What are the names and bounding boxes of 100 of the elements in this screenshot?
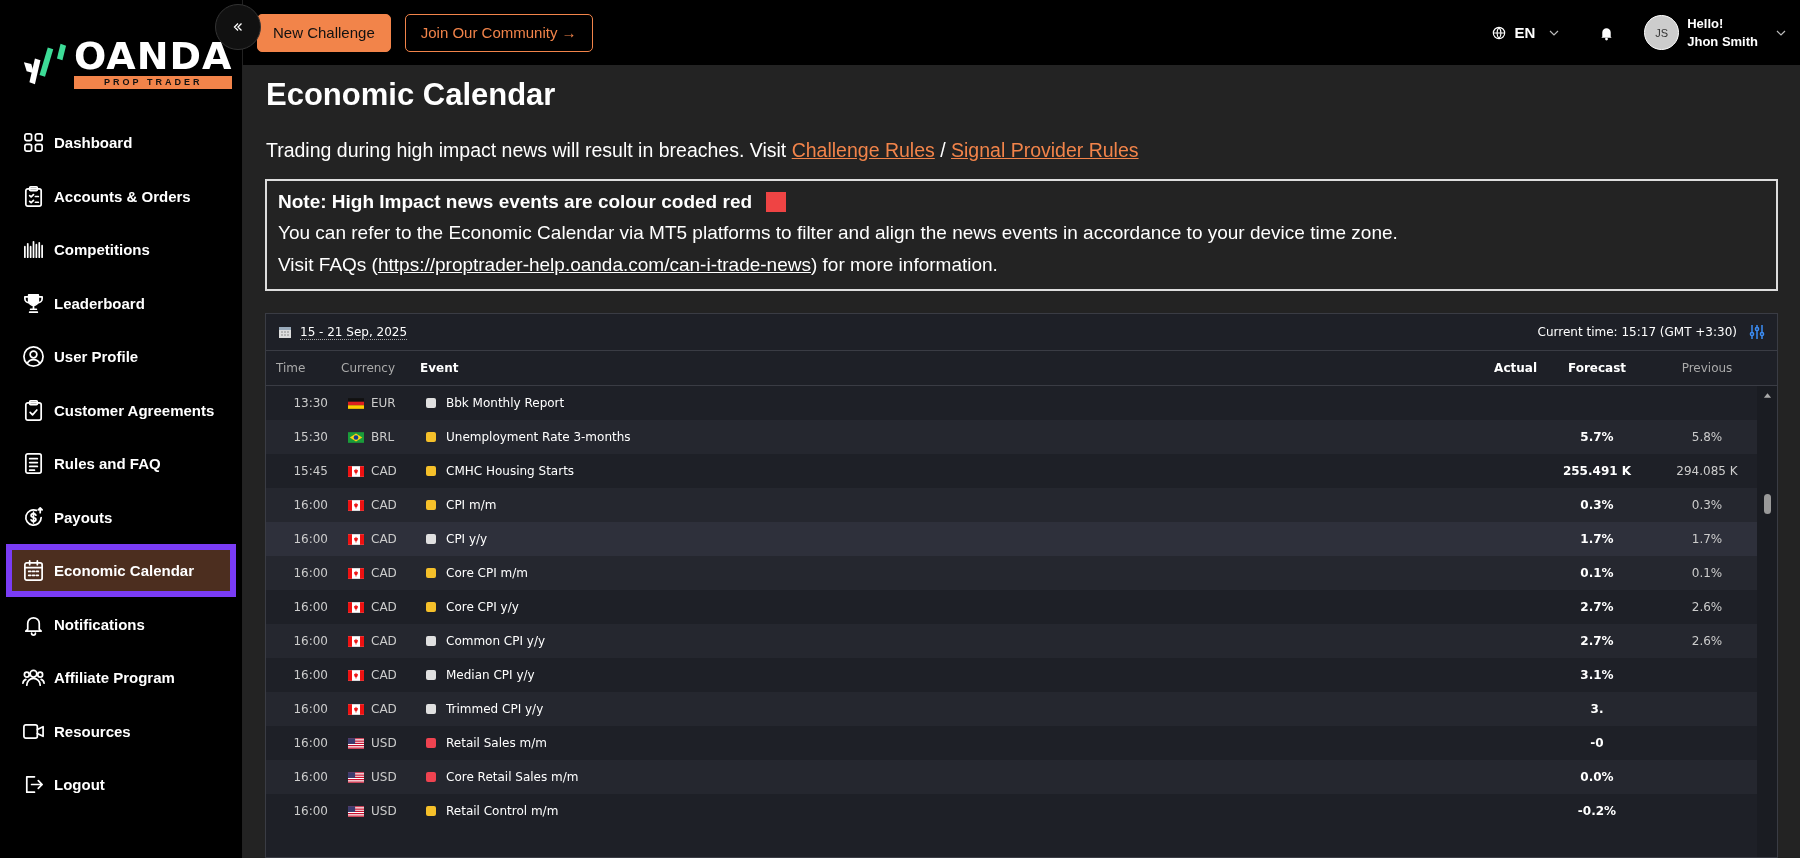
- time-cell-text: 16:00: [292, 702, 328, 716]
- time-cell-text: 16:00: [292, 532, 328, 546]
- currency-cell: CAD: [371, 464, 397, 478]
- event-row[interactable]: 16:00 USD Core Retail Sales m/m 0.0%: [266, 760, 1757, 794]
- faq-text: Visit FAQs (https://proptrader-help.oanda.com/can-i-trade-news) for more information.: [278, 253, 999, 277]
- intro-text: Trading during high impact news will result in breaches. Visit Challenge Rules / Signal Provider Rules: [266, 138, 1140, 163]
- canada-flag-icon: [348, 499, 364, 511]
- clipboard-icon: [22, 184, 45, 208]
- community-button[interactable]: Join Our Community →: [404, 13, 593, 52]
- event-cell: Core Retail Sales m/m: [446, 770, 579, 784]
- event-cell: Retail Control m/m: [446, 804, 559, 818]
- greeting-text: Hello!: [1687, 14, 1725, 33]
- time-cell-text: 16:00: [292, 736, 328, 750]
- user-icon: [22, 345, 45, 368]
- language-selector[interactable]: EN: [1492, 24, 1560, 41]
- event-cell: Bbk Monthly Report: [446, 396, 565, 410]
- document-icon: [22, 452, 45, 475]
- calendar-icon: [278, 325, 292, 339]
- column-header: Time: [275, 361, 307, 375]
- forecast-cell: 0.1%: [1580, 566, 1614, 580]
- event-row[interactable]: 16:00 CAD Trimmed CPI y/y 3.: [266, 692, 1757, 726]
- users-icon: [22, 666, 45, 689]
- time-cell-text: 16:00: [292, 634, 328, 648]
- forecast-cell: 255.491 K: [1562, 464, 1632, 478]
- currency-cell: CAD: [371, 498, 397, 512]
- currency-cell: BRL: [371, 430, 395, 444]
- rules-link[interactable]: Signal Provider Rules: [951, 139, 1139, 161]
- trophy-icon: [22, 291, 45, 315]
- germany-flag-icon: [348, 397, 364, 409]
- time-cell-text: 16:00: [292, 600, 328, 614]
- faq-link[interactable]: https://proptrader-help.oanda.com/can-i-trade-news: [377, 254, 811, 275]
- forecast-cell: 2.7%: [1580, 600, 1614, 614]
- event-row[interactable]: 16:00 CAD Core CPI m/m 0.1% 0.1%: [266, 556, 1757, 590]
- currency-cell: CAD: [371, 668, 397, 682]
- caret-icon: [1549, 29, 1560, 36]
- canada-flag-icon: [348, 635, 364, 647]
- column-header: Actual: [1493, 361, 1537, 375]
- date-range-picker[interactable]: 15 - 21 Sep, 2025: [300, 324, 408, 340]
- event-cell: CPI y/y: [446, 532, 488, 546]
- canada-flag-icon: [348, 669, 364, 681]
- usa-flag-icon: [348, 805, 364, 817]
- forecast-cell: 3.: [1590, 702, 1604, 716]
- checklist-icon: [22, 398, 45, 422]
- sidebar-item[interactable]: Rules and FAQ: [6, 437, 236, 490]
- forecast-cell: 2.7%: [1580, 634, 1614, 648]
- sidebar-item[interactable]: Payouts: [6, 490, 236, 544]
- sidebar-item[interactable]: Economic Calendar: [6, 544, 236, 597]
- event-cell: Trimmed CPI y/y: [446, 702, 544, 716]
- previous-cell: 2.6%: [1691, 600, 1723, 614]
- currency-cell: USD: [371, 804, 397, 818]
- page-title: Economic Calendar: [266, 76, 557, 114]
- currency-cell: EUR: [371, 396, 396, 410]
- canada-flag-icon: [348, 567, 364, 579]
- rules-link[interactable]: Challenge Rules: [791, 139, 935, 161]
- currency-cell: CAD: [371, 566, 397, 580]
- caret-icon[interactable]: [1776, 29, 1786, 36]
- sidebar-item[interactable]: Competitions: [6, 223, 236, 276]
- sidebar-item[interactable]: Affiliate Program: [6, 651, 236, 704]
- filter-sliders-icon[interactable]: [1749, 324, 1765, 340]
- new-challenge-button[interactable]: New Challenge: [257, 13, 391, 52]
- column-header: Forecast: [1566, 361, 1628, 375]
- event-row[interactable]: 15:30 BRL Unemployment Rate 3-months 5.7% 5.8%: [266, 420, 1757, 454]
- forecast-cell: 0.3%: [1580, 498, 1614, 512]
- time-cell-text: 15:30: [292, 430, 328, 444]
- user-avatar[interactable]: JS: [1644, 15, 1680, 50]
- scrollbar-thumb[interactable]: [1763, 494, 1771, 514]
- sidebar-item[interactable]: Accounts & Orders: [6, 169, 236, 223]
- time-cell-text: 15:45: [292, 464, 328, 478]
- currency-cell: CAD: [371, 600, 397, 614]
- event-row[interactable]: 16:00 CAD CPI y/y 1.7% 1.7%: [266, 522, 1757, 556]
- time-cell-text: 16:00: [292, 566, 328, 580]
- previous-cell: 5.8%: [1691, 430, 1723, 444]
- forecast-cell: 5.7%: [1580, 430, 1614, 444]
- previous-cell: 2.6%: [1691, 634, 1723, 648]
- event-row[interactable]: 16:00 CAD Common CPI y/y 2.7% 2.6%: [266, 624, 1757, 658]
- time-cell-text: 13:30: [292, 396, 328, 410]
- time-cell-text: 16:00: [292, 804, 328, 818]
- sidebar-item[interactable]: Notifications: [6, 597, 236, 651]
- calendar-icon: [22, 559, 45, 582]
- event-cell: Core CPI m/m: [446, 566, 528, 580]
- column-header: Currency: [340, 361, 397, 375]
- currency-cell: USD: [371, 736, 397, 750]
- sidebar-item[interactable]: Customer Agreements: [6, 383, 236, 437]
- forecast-cell: 3.1%: [1580, 668, 1614, 682]
- scrollbar[interactable]: [1757, 386, 1777, 857]
- sidebar-item[interactable]: Resources: [6, 704, 236, 758]
- canada-flag-icon: [348, 465, 364, 477]
- canada-flag-icon: [348, 601, 364, 613]
- event-row[interactable]: 16:00 CAD CPI m/m 0.3% 0.3%: [266, 488, 1757, 522]
- sidebar-item[interactable]: Logout: [6, 758, 236, 811]
- scroll-up-arrow-icon[interactable]: [1762, 392, 1772, 398]
- sidebar-item[interactable]: User Profile: [6, 330, 236, 383]
- currency-cell: CAD: [371, 634, 397, 648]
- canada-flag-icon: [348, 533, 364, 545]
- time-cell-text: 16:00: [292, 498, 328, 512]
- globe-icon: [1492, 25, 1507, 40]
- sidebar-item[interactable]: Dashboard: [6, 116, 236, 169]
- current-time-text: Current time: 15:17 (GMT +3:30): [1537, 325, 1737, 339]
- time-cell-text: 16:00: [292, 770, 328, 784]
- sidebar-item[interactable]: Leaderboard: [6, 276, 236, 330]
